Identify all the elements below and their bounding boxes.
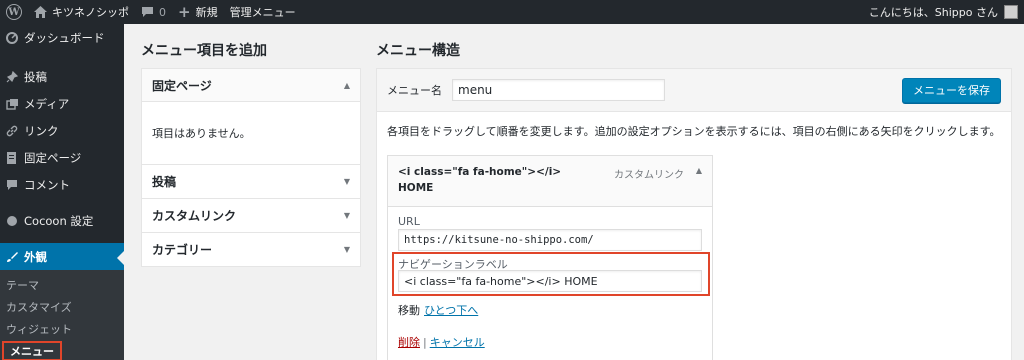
pin-icon [6, 70, 24, 83]
sidebar-item-label: ダッシュボード [24, 30, 105, 45]
accordion-categories-label: カテゴリー [152, 243, 213, 257]
comment-bubble-icon [141, 6, 154, 18]
pages-empty-message: 項目はありません。 [152, 127, 251, 140]
sidebar-item-pages[interactable]: 固定ページ [0, 144, 124, 171]
move-label: 移動 [398, 304, 420, 317]
circle-icon [6, 215, 24, 227]
move-row: 移動 ひとつ下へ [398, 302, 478, 318]
submenu-item-themes[interactable]: テーマ [0, 274, 124, 296]
link-icon [6, 125, 24, 137]
wordpress-logo-icon: W [6, 4, 22, 20]
submenu-item-menus-label: メニュー [10, 345, 54, 358]
site-name: キツネノシッポ [52, 6, 129, 19]
triangle-up-icon[interactable]: ▲ [696, 166, 702, 175]
triangle-down-icon: ▼ [343, 245, 350, 254]
media-icon [6, 98, 24, 110]
delete-link[interactable]: 削除 [398, 336, 420, 349]
sidebar-item-label: Cocoon 設定 [24, 213, 94, 228]
submenu-item-widgets[interactable]: ウィジェット [0, 318, 124, 340]
sidebar-item-media[interactable]: メディア [0, 90, 124, 117]
url-input[interactable]: https://kitsune-no-shippo.com/ [398, 229, 702, 251]
sidebar-item-comments[interactable]: コメント [0, 171, 124, 198]
save-menu-button[interactable]: メニューを保存 [902, 77, 1001, 103]
sidebar-item-label: メディア [24, 96, 70, 111]
new-label: 新規 [195, 6, 218, 19]
sidebar-item-label: 外観 [24, 249, 47, 264]
avatar [1004, 5, 1018, 19]
accordion-custom-links-label: カスタムリンク [152, 209, 237, 223]
brush-icon [6, 251, 24, 263]
accordion-posts-label: 投稿 [152, 175, 177, 189]
admin-menu-link[interactable]: 管理メニュー [224, 0, 302, 24]
admin-sidebar: ダッシュボード 投稿 メディア リンク 固定ページ コメント Cocoon 設定… [0, 24, 124, 360]
menu-item-handle[interactable]: <i class="fa fa-home"></i> HOME カスタムリンク … [387, 155, 713, 207]
dashboard-icon [6, 31, 24, 44]
home-icon [34, 6, 47, 18]
nav-label-input[interactable]: <i class="fa fa-home"></i> HOME [398, 270, 702, 292]
cancel-link[interactable]: キャンセル [430, 336, 485, 349]
submenu-item-menus[interactable]: メニュー [0, 340, 124, 360]
page-icon [6, 151, 24, 164]
sidebar-item-appearance[interactable]: 外観 [0, 243, 124, 270]
accordion-categories[interactable]: カテゴリー ▼ [141, 233, 361, 267]
new-content-link[interactable]: + 新規 [172, 0, 224, 24]
item-actions: 削除 | キャンセル [398, 334, 485, 350]
menu-name-input[interactable]: menu [452, 79, 665, 101]
triangle-up-icon: ▲ [343, 80, 350, 90]
accordion-custom-links[interactable]: カスタムリンク ▼ [141, 199, 361, 233]
appearance-submenu: テーマ カスタマイズ ウィジェット メニュー [0, 270, 124, 360]
menu-item-home: <i class="fa fa-home"></i> HOME カスタムリンク … [387, 155, 713, 360]
triangle-down-icon: ▼ [343, 177, 350, 186]
site-name-link[interactable]: キツネノシッポ [28, 0, 135, 24]
wp-logo-button[interactable]: W [0, 0, 28, 24]
admin-menu-label: 管理メニュー [229, 6, 296, 19]
sidebar-item-label: 固定ページ [24, 150, 82, 165]
menu-item-title-line2: HOME [398, 182, 434, 194]
greeting: こんにちは、Shippo さん [868, 6, 998, 19]
menu-structure-panel: メニュー名 menu メニューを保存 各項目をドラッグして順番を変更します。追加… [376, 68, 1012, 360]
menu-item-settings: URL https://kitsune-no-shippo.com/ ナビゲーシ… [387, 207, 713, 360]
separator: | [423, 336, 427, 349]
sidebar-item-label: 投稿 [24, 69, 47, 84]
sidebar-item-label: コメント [24, 177, 70, 192]
comments-count: 0 [159, 5, 166, 19]
accordion-pages[interactable]: 固定ページ ▲ [141, 68, 361, 102]
comments-link[interactable]: 0 [135, 0, 172, 24]
add-menu-items-panel: 固定ページ ▲ 項目はありません。 投稿 ▼ カスタムリンク ▼ カテゴリー ▼ [141, 68, 361, 267]
sidebar-item-dashboard[interactable]: ダッシュボード [0, 24, 124, 51]
pages-empty-message-box: 項目はありません。 [141, 102, 361, 165]
menu-item-type: カスタムリンク [614, 170, 684, 181]
menu-structure-title: メニュー構造 [376, 43, 460, 59]
accordion-pages-label: 固定ページ [152, 78, 212, 93]
my-account[interactable]: こんにちは、Shippo さん [869, 4, 1024, 20]
sidebar-item-label: リンク [24, 123, 59, 138]
comment-icon [6, 179, 24, 191]
plus-icon: + [178, 3, 191, 21]
submenu-item-customize[interactable]: カスタマイズ [0, 296, 124, 318]
sidebar-item-links[interactable]: リンク [0, 117, 124, 144]
triangle-down-icon: ▼ [343, 211, 350, 220]
url-label: URL [398, 215, 420, 228]
sidebar-item-posts[interactable]: 投稿 [0, 63, 124, 90]
menu-header: メニュー名 menu メニューを保存 [377, 69, 1011, 112]
menu-name-label: メニュー名 [387, 84, 442, 97]
add-menu-items-title: メニュー項目を追加 [141, 43, 267, 59]
move-down-link[interactable]: ひとつ下へ [424, 304, 478, 317]
admin-bar: W キツネノシッポ 0 + 新規 管理メニュー こんにちは、Shippo さん [0, 0, 1024, 24]
menus-highlight-box: メニュー [2, 341, 62, 360]
accordion-posts[interactable]: 投稿 ▼ [141, 165, 361, 199]
drag-instructions: 各項目をドラッグして順番を変更します。追加の設定オプションを表示するには、項目の… [387, 125, 1001, 138]
sidebar-item-cocoon-settings[interactable]: Cocoon 設定 [0, 207, 124, 234]
